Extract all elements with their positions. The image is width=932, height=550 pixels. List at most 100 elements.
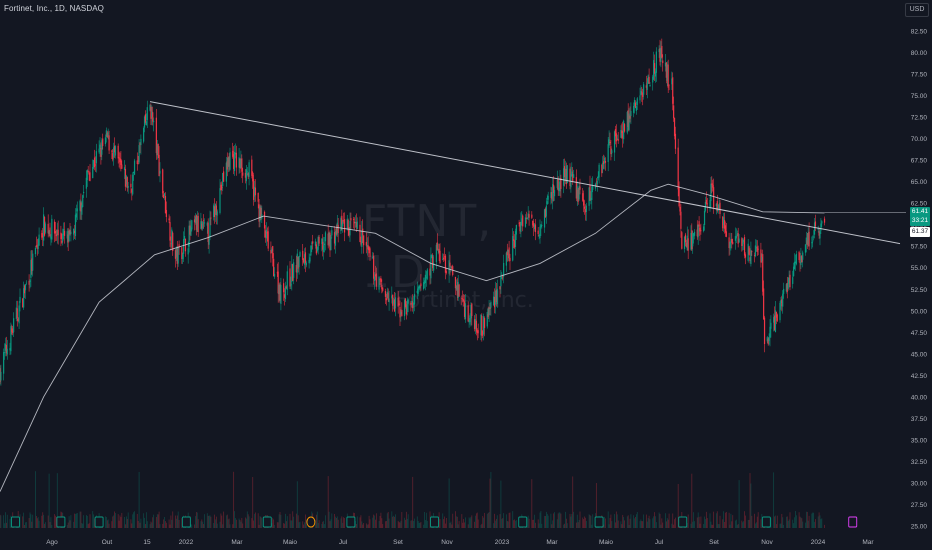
candle-body (732, 241, 734, 245)
volume-bar (334, 513, 335, 528)
volume-bar (756, 516, 758, 528)
volume-bar (89, 514, 91, 528)
chart-area[interactable]: 82.50 80.00 77.50 75.00 72.50 70.00 67.50 65.00… (0, 0, 932, 550)
y-tick-label: 57.50 (911, 244, 928, 251)
volume-bar (607, 511, 609, 528)
volume-bar (126, 518, 128, 528)
volume-bar (41, 515, 43, 528)
volume-bar (144, 517, 145, 528)
volume-bar (360, 515, 362, 528)
company-watermark: Fortinet, Inc. (395, 288, 534, 313)
x-tick-label: Jul (655, 539, 664, 546)
candle-body (359, 224, 361, 243)
volume-bar (665, 521, 667, 528)
candle-body (299, 252, 301, 257)
volume-bar (302, 521, 304, 528)
bar-countdown-badge: 33:21 (910, 216, 930, 226)
volume-bar (642, 521, 644, 528)
volume-bar (565, 511, 566, 528)
volume-bar (783, 524, 785, 528)
volume-bar (668, 513, 670, 528)
candle-body (623, 124, 626, 132)
volume-bar (694, 521, 695, 528)
x-tick-label: Ago (46, 539, 58, 546)
candle-body (3, 352, 6, 353)
candle-body (635, 106, 637, 111)
candle-body (70, 231, 72, 235)
volume-bar (802, 521, 804, 528)
volume-bar (261, 518, 263, 528)
volume-bar (730, 513, 732, 528)
volume-bar (494, 513, 495, 528)
candle-body (662, 60, 664, 64)
volume-bar (273, 519, 275, 528)
volume-bar (54, 514, 55, 528)
volume-bar (569, 513, 571, 528)
volume-bar (127, 512, 129, 528)
volume-bar (821, 518, 823, 528)
volume-bar (6, 514, 8, 528)
volume-bar (455, 511, 456, 528)
volume-bar (470, 516, 472, 528)
volume-bar (448, 478, 450, 528)
volume-bar (558, 512, 560, 528)
volume-bar (221, 515, 223, 528)
y-tick-label: 65.00 (911, 179, 928, 186)
volume-bar (341, 516, 343, 528)
y-tick-label: 42.50 (911, 373, 928, 380)
candle-body (132, 174, 134, 195)
symbol-title[interactable]: Fortinet, Inc., 1D, NASDAQ (4, 4, 104, 13)
volume-bar (709, 513, 711, 528)
volume-bar (121, 512, 123, 528)
volume-bar (286, 516, 288, 528)
volume-bar (508, 512, 510, 528)
volume-bar (544, 516, 545, 528)
volume-bar (361, 521, 363, 528)
candle-body (814, 221, 817, 227)
currency-label[interactable]: USD (905, 3, 929, 17)
volume-bar (327, 476, 329, 528)
candle-body (235, 152, 237, 168)
volume-bar (630, 514, 632, 528)
candle-body (643, 84, 645, 95)
candle-body (763, 288, 765, 320)
volume-bar (49, 522, 51, 528)
volume-bar (698, 516, 700, 528)
volume-bar (42, 512, 44, 528)
candle-body (3, 352, 5, 374)
candle-body (203, 220, 205, 222)
volume-bar (634, 518, 635, 528)
candle-body (678, 186, 680, 207)
volume-bar (324, 524, 325, 528)
candle-body (273, 273, 276, 277)
volume-bar (66, 524, 68, 528)
volume-bar (203, 524, 205, 528)
volume-bar (636, 511, 638, 528)
volume-bar (745, 515, 746, 528)
candle-body (221, 187, 223, 189)
volume-bar (209, 515, 211, 528)
volume-bar (359, 517, 361, 528)
volume-bar (475, 515, 476, 528)
y-tick-label: 67.50 (911, 158, 928, 165)
volume-bar (645, 514, 647, 528)
volume-bar (369, 519, 371, 528)
volume-bar (412, 476, 414, 528)
volume-bar (743, 521, 745, 528)
candle-body (34, 247, 37, 255)
volume-bar (814, 521, 815, 528)
volume-bar (177, 511, 179, 528)
earnings-marker (761, 516, 771, 528)
x-tick-label: 2022 (179, 539, 194, 546)
candle-body (388, 298, 390, 303)
volume-bar (775, 524, 777, 528)
volume-bar (621, 524, 623, 528)
candle-body (812, 240, 814, 242)
volume-bar (299, 521, 301, 528)
volume-bar (247, 514, 249, 528)
volume-bar (795, 511, 796, 528)
candle-body (11, 328, 13, 332)
volume-bar (401, 512, 403, 528)
volume-bar (572, 476, 574, 528)
volume-bar (378, 520, 380, 528)
